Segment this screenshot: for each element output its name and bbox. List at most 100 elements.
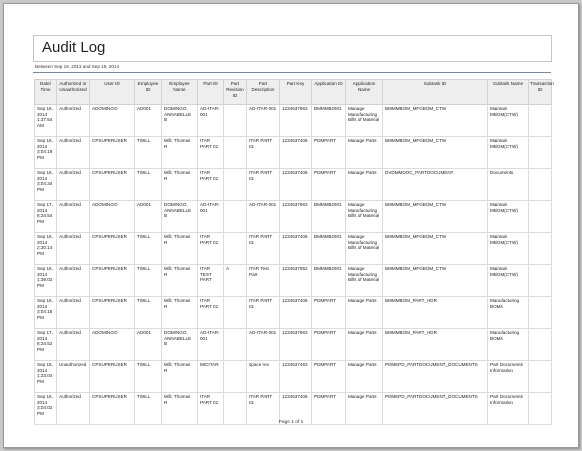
table-cell: 1234637963 — [279, 104, 312, 137]
table-cell: CPSUPERUSER — [89, 296, 135, 329]
table-cell: Sep 16, 2014 1:39:02 PM — [34, 264, 57, 297]
table-cell: DVDMMDOC_PARTDOCUMENT — [382, 168, 488, 201]
table-cell: ITAR PART 01 — [197, 136, 224, 169]
table-cell: BMMMBOM1 — [311, 264, 346, 297]
table-cell: Unauthorized — [56, 360, 90, 393]
table-cell: TWILL — [134, 232, 162, 265]
table-cell: A — [223, 264, 247, 297]
table-cell: Will, Thomas R — [161, 264, 198, 297]
table-cell: 1234637406 — [279, 296, 312, 329]
table-cell: Sep 16, 2014 3:04:19 PM — [34, 136, 57, 169]
table-cell: Will, Thomas R — [161, 136, 198, 169]
table-cell: BMMMBOM1 — [311, 200, 346, 233]
header-divider — [33, 72, 551, 73]
table-cell — [528, 104, 552, 137]
table-cell — [223, 200, 247, 233]
column-header: Subtask ID — [382, 79, 488, 105]
column-header: Subtask Name — [487, 79, 529, 105]
table-cell: Manage Parts — [345, 168, 383, 201]
table-cell: 1234637963 — [279, 200, 312, 233]
table-cell: BMMMBOM_MFGBOM_CTW — [382, 200, 488, 233]
table-cell — [528, 232, 552, 265]
table-cell — [528, 360, 552, 393]
table-cell — [528, 296, 552, 329]
table-cell: MICITAR — [197, 360, 224, 393]
table-cell — [223, 136, 247, 169]
table-cell: Manage Manufacturing Bills of Material — [345, 104, 383, 137]
table-cell: AD001 — [134, 104, 162, 137]
table-cell: ITAR PART 01 — [197, 168, 224, 201]
table-header: Date/ Time Authorized or Unauthorized Us… — [34, 79, 554, 105]
column-header: User ID — [89, 79, 135, 105]
table-cell: Authorized — [56, 200, 90, 233]
table-cell: Will, Thomas R — [161, 296, 198, 329]
table-cell: Maintain MBOM(CTW) — [487, 104, 529, 137]
page-number: Page 1 of 1 — [278, 420, 304, 425]
table-row: Sep 17, 2014 8:34:54 PM Authorized ADOMING… — [34, 200, 552, 233]
title-box: Audit Log — [33, 35, 552, 62]
table-cell: PDMEPD_PARTDOCUMENT_DOCUMENTS — [382, 360, 488, 393]
table-row: Sep 15, 2014 1:33:04 PM Unauthorized CPSUP… — [34, 360, 552, 393]
table-cell — [223, 360, 247, 393]
table-cell: BMMMBOM_MFGBOM_CTW — [382, 232, 488, 265]
table-cell: Authorized — [56, 104, 90, 137]
table-cell: Manufacturing BOMs — [487, 296, 529, 329]
table-cell: Manage Manufacturing Bills of Material — [345, 264, 383, 297]
table-row: Sep 16, 2014 3:04:34 PM Authorized CPSUPER… — [34, 168, 552, 201]
table-cell: AD-ITAR-001 — [197, 104, 224, 137]
table-cell — [528, 264, 552, 297]
report-title: Audit Log — [42, 39, 106, 56]
table-cell: PDMPART — [311, 168, 346, 201]
table-cell: Sep 16, 2014 3:04:18 PM — [34, 296, 57, 329]
table-cell: 1234637406 — [279, 232, 312, 265]
column-header: Transaction ID — [528, 79, 554, 105]
table-cell: 1234637952 — [279, 264, 312, 297]
report-date-range: Between Sep 19, 2013 and Sep 19, 2014 — [35, 64, 120, 69]
table-row: Sep 16, 2014 2:30:14 PM Authorized CPSUPER… — [34, 232, 552, 265]
table-cell: Authorized — [56, 328, 90, 361]
table-cell: TWILL — [134, 360, 162, 393]
table-cell: Part Documents Information — [487, 360, 529, 393]
table-cell — [223, 328, 247, 361]
table-cell — [223, 168, 247, 201]
table-cell: Maintain MBOM(CTW) — [487, 200, 529, 233]
table-cell: CPSUPERUSER — [89, 136, 135, 169]
column-header: Date/ Time — [34, 79, 57, 105]
column-header: Part Key — [279, 79, 312, 105]
table-cell: BMMMBOM_PART_HDR — [382, 296, 488, 329]
table-cell: Sep 15, 2014 1:33:04 PM — [34, 360, 57, 393]
table-cell: 1234637406 — [279, 168, 312, 201]
report-page: Audit Log Between Sep 19, 2013 and Sep 1… — [3, 3, 579, 448]
table-cell — [528, 136, 552, 169]
table-cell: Manage Manufacturing Bills of Material — [345, 232, 383, 265]
column-header: Employee Name — [161, 79, 198, 105]
table-cell — [528, 168, 552, 201]
table-cell: Sep 16, 2014 2:30:14 PM — [34, 232, 57, 265]
table-cell: Manufacturing BOMs — [487, 328, 529, 361]
table-cell: Sep 16, 2014 3:04:34 PM — [34, 168, 57, 201]
table-cell: Sep 16, 2014 1:37:54 AM — [34, 104, 57, 137]
table-cell: TWILL — [134, 264, 162, 297]
table-cell: CPSUPERUSER — [89, 168, 135, 201]
table-cell: Will, Thomas R — [161, 168, 198, 201]
table-cell: Authorized — [56, 296, 90, 329]
table-cell: BMMMBOM1 — [311, 232, 346, 265]
table-cell: 1234637463 — [279, 360, 312, 393]
table-cell: Will, Thomas R — [161, 232, 198, 265]
table-cell: BMMMBOM_MFGBOM_CTW — [382, 264, 488, 297]
table-cell: Maintain MBOM(CTW) — [487, 136, 529, 169]
table-cell: ITAR Test Part — [246, 264, 280, 297]
table-cell: CPSUPERUSER — [89, 232, 135, 265]
table-cell: Authorized — [56, 168, 90, 201]
table-row: Sep 16, 2014 1:37:54 AM Authorized ADOMING… — [34, 104, 552, 137]
table-row: Sep 17, 2014 8:34:52 PM Authorized ADOMING… — [34, 328, 552, 361]
table-cell: DOMINGO, ANNABELLE B — [161, 328, 198, 361]
table-cell: space rev — [246, 360, 280, 393]
table-cell: Authorized — [56, 136, 90, 169]
table-cell: AD-ITAR-001 — [197, 200, 224, 233]
table-cell: TWILL — [134, 168, 162, 201]
table-cell: AD-ITAR-001 — [246, 200, 280, 233]
table-cell: Manage Parts — [345, 328, 383, 361]
header-row: Date/ Time Authorized or Unauthorized Us… — [34, 79, 554, 105]
table-cell: Maintain MBOM(CTW) — [487, 264, 529, 297]
